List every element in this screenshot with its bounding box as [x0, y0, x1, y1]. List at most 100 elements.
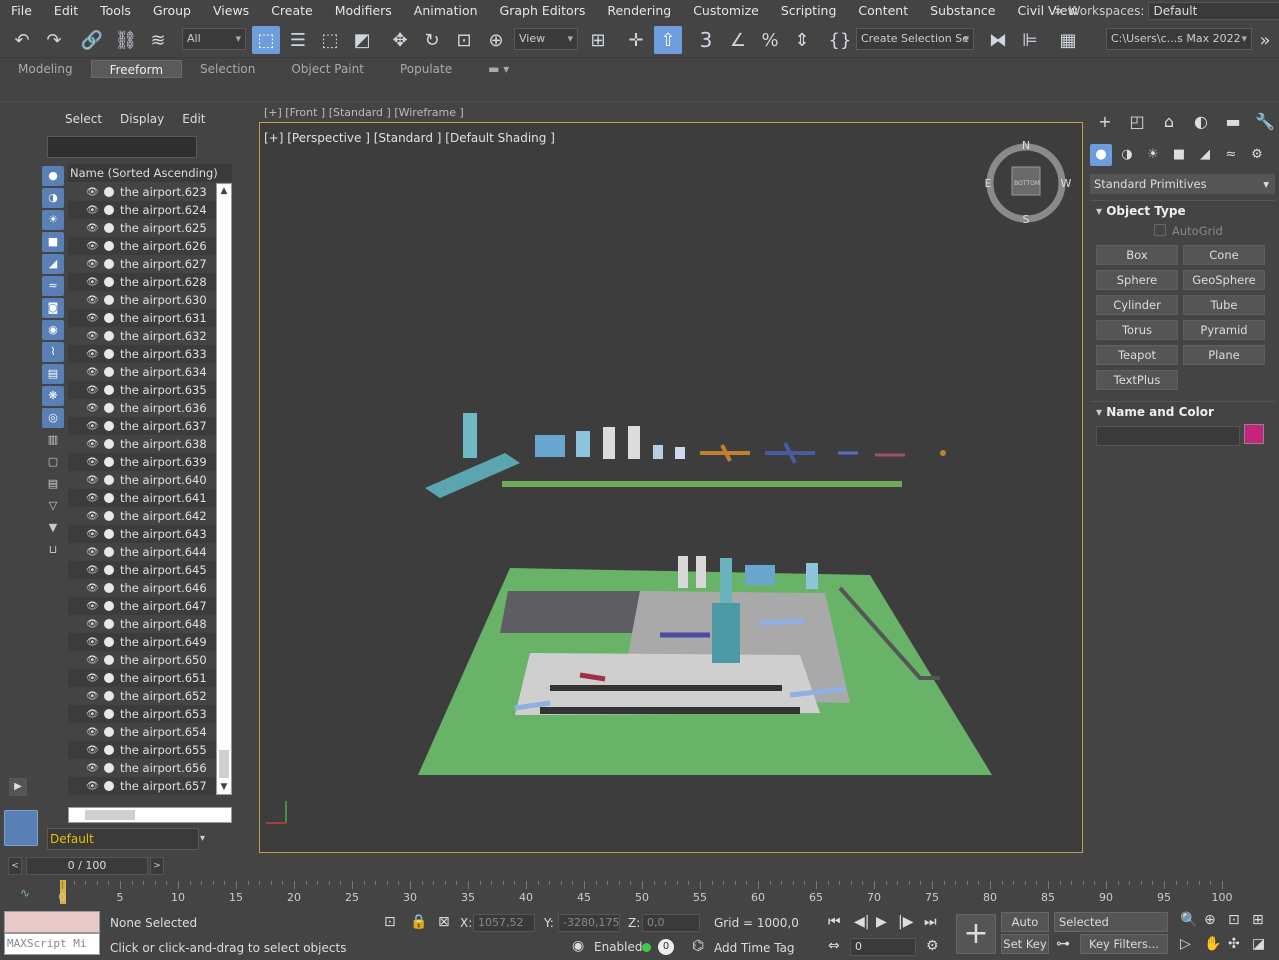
align-icon[interactable]: ⊫ — [1016, 26, 1044, 54]
absolute-mode-icon[interactable]: ⊠ — [438, 914, 450, 930]
key-filters-button[interactable]: Key Filters... — [1080, 934, 1168, 954]
list-item[interactable]: 👁 the airport.644 — [68, 543, 216, 561]
explorer-tab-select[interactable]: Select — [56, 112, 111, 126]
layer-dropdown[interactable]: Default — [47, 828, 199, 850]
display-xrefs-icon[interactable]: ◉ — [42, 320, 64, 340]
track-bar[interactable]: ∿ 0 5 10 15 20 25 30 35 40 45 50 55 60 65 70 75 80 85 90 95… — [0, 878, 1279, 908]
visibility-eye-icon[interactable]: 👁 — [86, 403, 102, 414]
project-path-dropdown[interactable]: C:\Users\c...s Max 2022 — [1106, 28, 1252, 50]
edit-named-selection-icon[interactable]: {} — [826, 26, 854, 54]
visibility-eye-icon[interactable]: 👁 — [86, 349, 102, 360]
primitive-textplus-button[interactable]: TextPlus — [1096, 370, 1178, 390]
visibility-eye-icon[interactable]: 👁 — [86, 457, 102, 468]
menu-item-substance[interactable]: Substance — [919, 0, 1006, 22]
menu-item-create[interactable]: Create — [260, 0, 324, 22]
freeze-dot-icon[interactable] — [104, 511, 114, 521]
display-geometry-icon[interactable]: ● — [42, 166, 64, 186]
scene-explorer-search[interactable] — [47, 136, 197, 158]
primitive-sphere-button[interactable]: Sphere — [1096, 270, 1178, 290]
horizontal-scrollbar[interactable] — [68, 807, 232, 823]
select-by-name-icon[interactable]: ☰ — [284, 26, 312, 54]
z-coordinate-field[interactable]: 0,0 — [642, 914, 700, 932]
zoom-icon[interactable]: 🔍 — [1180, 912, 1197, 928]
visibility-eye-icon[interactable]: 👁 — [86, 565, 102, 576]
select-object-icon[interactable]: ⬚ — [252, 26, 280, 54]
zoom-extents-icon[interactable]: ⊡ — [1228, 912, 1240, 928]
list-item[interactable]: 👁 the airport.640 — [68, 471, 216, 489]
explorer-tab-display[interactable]: Display — [111, 112, 173, 126]
display-influences-icon[interactable]: ▢ — [42, 452, 64, 472]
primitive-teapot-button[interactable]: Teapot — [1096, 345, 1178, 365]
list-item[interactable]: 👁 the airport.648 — [68, 615, 216, 633]
explorer-tab-edit[interactable]: Edit — [173, 112, 214, 126]
freeze-dot-icon[interactable] — [104, 691, 114, 701]
display-cameras-icon[interactable]: ■ — [42, 232, 64, 252]
list-item[interactable]: 👁 the airport.623 — [68, 183, 216, 201]
zoom-all-icon[interactable]: ⊕ — [1204, 912, 1216, 928]
freeze-dot-icon[interactable] — [104, 313, 114, 323]
freeze-dot-icon[interactable] — [104, 349, 114, 359]
time-tag-icon[interactable]: ⌬ — [692, 938, 704, 954]
visibility-eye-icon[interactable]: 👁 — [86, 745, 102, 756]
menu-item-modifiers[interactable]: Modifiers — [324, 0, 403, 22]
time-next-button[interactable]: > — [150, 857, 164, 875]
list-item[interactable]: 👁 the airport.626 — [68, 237, 216, 255]
next-frame-icon[interactable]: |▶ — [898, 914, 913, 930]
visibility-eye-icon[interactable]: 👁 — [86, 547, 102, 558]
visibility-eye-icon[interactable]: 👁 — [86, 385, 102, 396]
autogrid-checkbox[interactable]: AutoGrid — [1154, 221, 1275, 241]
freeze-dot-icon[interactable] — [104, 223, 114, 233]
ribbon-options-icon[interactable]: ▬ ▾ — [470, 60, 527, 78]
visibility-eye-icon[interactable]: 👁 — [86, 493, 102, 504]
list-item[interactable]: 👁 the airport.627 — [68, 255, 216, 273]
selection-filter-dropdown[interactable]: All — [182, 28, 246, 50]
hierarchy-tab-icon[interactable]: ⌂ — [1156, 112, 1182, 134]
list-item[interactable]: 👁 the airport.647 — [68, 597, 216, 615]
display-helpers-icon[interactable]: ◢ — [42, 254, 64, 274]
freeze-dot-icon[interactable] — [104, 439, 114, 449]
primitive-pyramid-button[interactable]: Pyramid — [1183, 320, 1265, 340]
chevron-down-icon[interactable]: ▾ — [200, 828, 212, 850]
lights-icon[interactable]: ☀ — [1142, 144, 1164, 166]
modify-tab-icon[interactable]: ◰ — [1124, 112, 1150, 134]
list-item[interactable]: 👁 the airport.655 — [68, 741, 216, 759]
filter-icon[interactable]: ▼ — [42, 518, 64, 538]
menu-item-tools[interactable]: Tools — [89, 0, 142, 22]
freeze-dot-icon[interactable] — [104, 619, 114, 629]
freeze-dot-icon[interactable] — [104, 583, 114, 593]
visibility-eye-icon[interactable]: 👁 — [86, 241, 102, 252]
freeze-dot-icon[interactable] — [104, 745, 114, 755]
object-name-field[interactable] — [1096, 426, 1240, 446]
scroll-thumb[interactable] — [219, 750, 229, 778]
visibility-eye-icon[interactable]: 👁 — [86, 295, 102, 306]
scale-icon[interactable]: ⊡ — [450, 26, 478, 54]
window-crossing-icon[interactable]: ◩ — [348, 26, 376, 54]
pan-icon[interactable]: ✋ — [1204, 936, 1221, 952]
mirror-icon[interactable]: ⧓ — [984, 26, 1012, 54]
ribbon-tab-modeling[interactable]: Modeling — [0, 60, 91, 78]
visibility-eye-icon[interactable]: 👁 — [86, 421, 102, 432]
display-shapes-icon[interactable]: ◑ — [42, 188, 64, 208]
rotate-icon[interactable]: ↻ — [418, 26, 446, 54]
named-selection-dropdown[interactable]: Create Selection Se — [856, 28, 974, 50]
key-mode-icon[interactable]: ⇔ — [828, 938, 840, 954]
adaptive-degradation-icon[interactable]: ◉ — [572, 938, 584, 954]
visibility-eye-icon[interactable]: 👁 — [86, 619, 102, 630]
enabled-count[interactable]: 0 — [658, 939, 674, 955]
shapes-icon[interactable]: ◑ — [1116, 144, 1138, 166]
freeze-dot-icon[interactable] — [104, 403, 114, 413]
reference-coordinate-dropdown[interactable]: View — [514, 28, 578, 50]
visibility-eye-icon[interactable]: 👁 — [86, 691, 102, 702]
display-particles-icon[interactable]: ❋ — [42, 386, 64, 406]
maximize-viewport-icon[interactable]: ◪ — [1252, 936, 1265, 952]
menu-item-graph-editors[interactable]: Graph Editors — [489, 0, 597, 22]
time-slider[interactable]: 0 / 100 — [26, 857, 148, 875]
list-item[interactable]: 👁 the airport.645 — [68, 561, 216, 579]
auto-key-button[interactable]: Auto Key — [1001, 912, 1049, 947]
visibility-eye-icon[interactable]: 👁 — [86, 655, 102, 666]
freeze-dot-icon[interactable] — [104, 241, 114, 251]
ribbon-tab-object-paint[interactable]: Object Paint — [273, 60, 382, 78]
name-column-header[interactable]: Name (Sorted Ascending) — [68, 164, 232, 182]
list-item[interactable]: 👁 the airport.628 — [68, 273, 216, 291]
perspective-viewport[interactable]: [+] [Perspective ] [Standard ] [Default … — [259, 122, 1083, 853]
